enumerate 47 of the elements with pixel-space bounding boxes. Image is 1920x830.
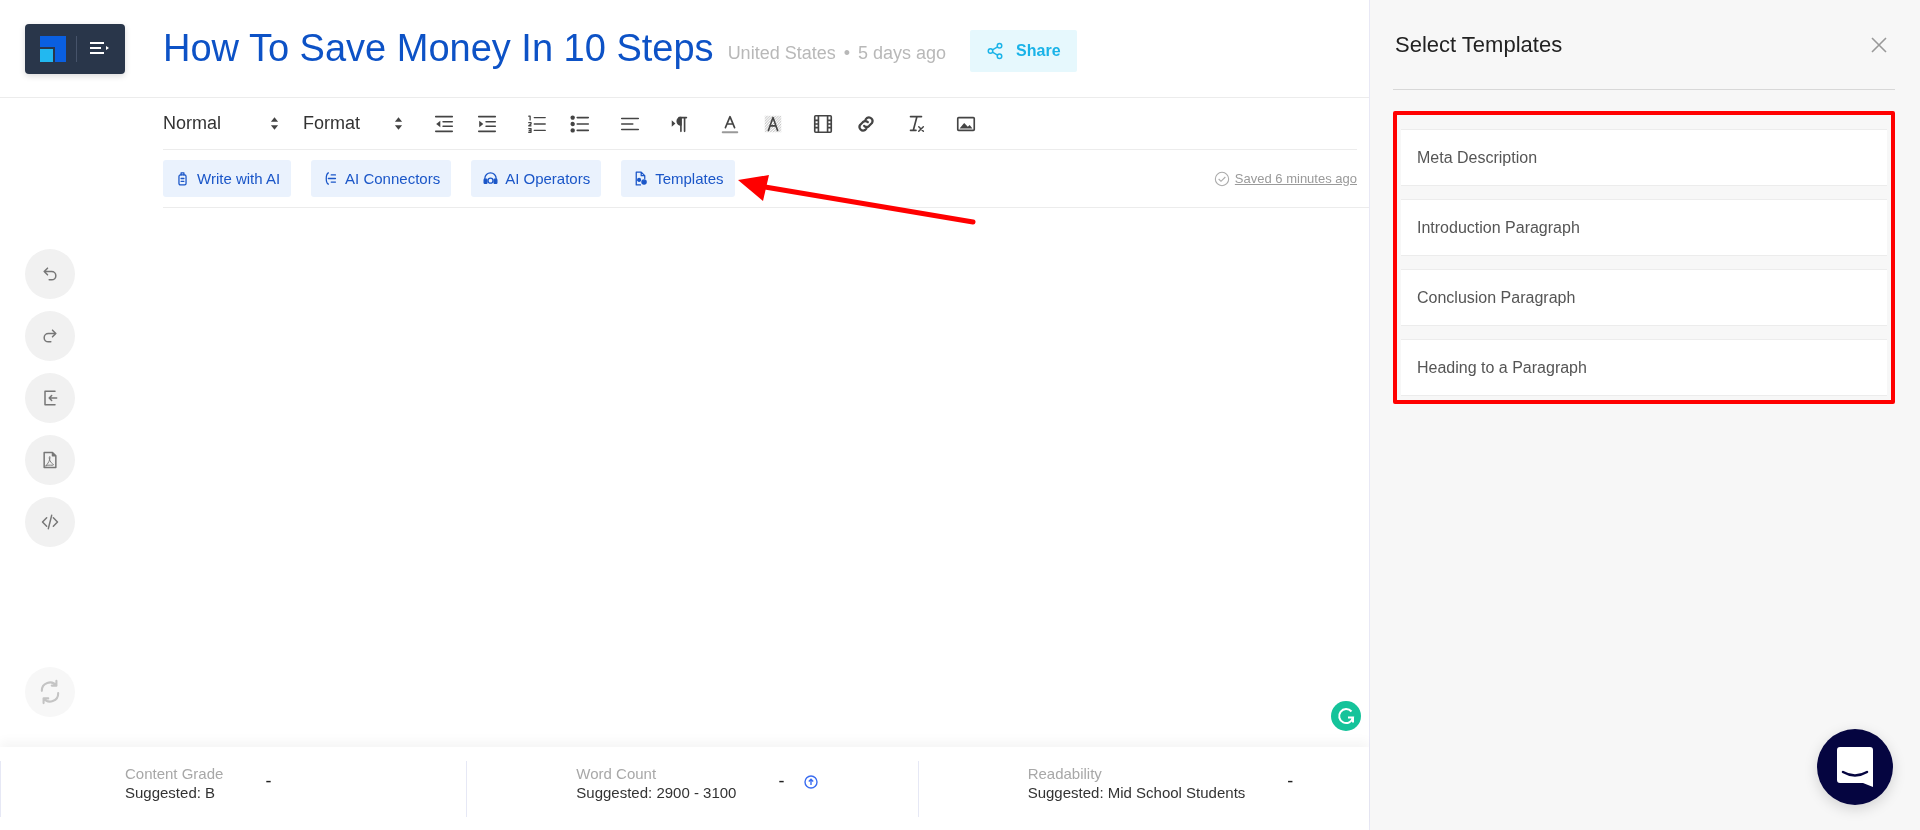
metric-suggestion: Suggested: 2900 - 3100 (576, 783, 737, 801)
undo-icon (40, 264, 60, 284)
bullet-list-button[interactable] (569, 112, 591, 135)
pdf-icon (40, 450, 60, 470)
write-button[interactable]: Write with AI (163, 160, 292, 197)
separator-dot: • (843, 43, 850, 63)
video-icon (812, 112, 834, 135)
metric-label: Content Grade (125, 764, 224, 782)
document-location: United States (727, 43, 836, 63)
video-button[interactable] (812, 112, 834, 135)
import-button[interactable] (25, 373, 75, 423)
metric-value: - (778, 770, 785, 792)
chat-button[interactable] (1817, 729, 1893, 805)
format-select[interactable]: Format (303, 113, 403, 134)
metric-suggestion: Suggested: Mid School Students (1027, 783, 1246, 801)
redo-icon (40, 326, 60, 346)
chat-icon (1837, 747, 1873, 787)
metric-label: Word Count (576, 764, 658, 782)
metric-value: - (1287, 770, 1294, 792)
share-icon (986, 41, 1005, 60)
templates-button[interactable]: Templates (621, 160, 735, 197)
template-item[interactable]: Conclusion Paragraph (1401, 269, 1887, 326)
document-title: How To Save Money In 10 Steps (163, 27, 714, 70)
check-circle-icon (1213, 170, 1230, 187)
metric-value: - (265, 770, 272, 792)
template-item[interactable]: Heading to a Paragraph (1401, 339, 1887, 396)
operators-button[interactable]: AI Operators (471, 160, 602, 197)
document-age: 5 days ago (858, 43, 947, 63)
close-icon (1869, 34, 1889, 55)
close-button[interactable] (1869, 34, 1889, 55)
connectors-button[interactable]: AI Connectors (311, 160, 452, 197)
logo-menu-button[interactable] (25, 23, 125, 74)
code-icon (40, 512, 60, 532)
template-item[interactable]: Introduction Paragraph (1401, 199, 1887, 256)
metric-label: Readability (1027, 764, 1103, 782)
style-select[interactable]: Normal (163, 113, 279, 134)
pdf-button[interactable] (25, 435, 75, 485)
operators-icon (482, 170, 500, 187)
sort-caret-icon (394, 117, 403, 130)
code-button[interactable] (25, 497, 75, 547)
panel-title: Select Templates (1395, 31, 1563, 58)
template-item[interactable]: Meta Description (1401, 129, 1887, 186)
bullet-list-icon (569, 112, 591, 135)
sort-caret-icon (270, 117, 279, 130)
up-arrow-circle-icon[interactable] (804, 774, 819, 789)
logo-icon (39, 35, 66, 62)
metric-suggestion: Suggested: B (125, 783, 217, 801)
